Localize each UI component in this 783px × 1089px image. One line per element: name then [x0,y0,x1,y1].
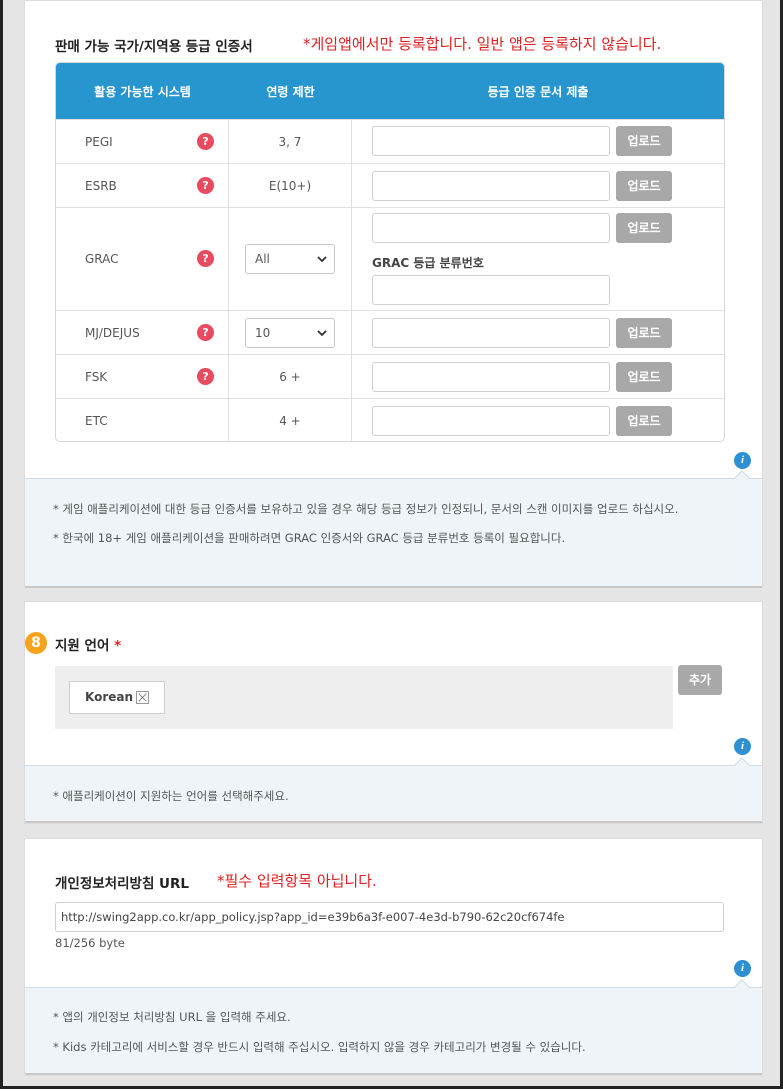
privacy-info-panel: * 앱의 개인정보 처리방침 URL 을 입력해 주세요. * Kids 카테고… [25,979,762,1075]
languages-body: 8 지원 언어 * Korean 추가 i [25,602,762,765]
languages-info-panel: * 애플리케이션이 지원하는 언어를 선택해주세요. [25,757,762,823]
info-icon[interactable]: i [734,452,751,469]
help-icon[interactable]: ? [197,133,214,150]
info-text: * 애플리케이션이 지원하는 언어를 선택해주세요. [53,789,289,803]
rating-info-panel: * 게임 애플리케이션에 대한 등급 인증서를 보유하고 있을 경우 해당 등급… [25,470,762,588]
table-row-fsk: FSK ? 6 + 업로드 [56,354,724,398]
language-chip-label: Korean [85,690,134,704]
age-select[interactable]: All [245,244,335,274]
language-list: Korean [55,666,673,729]
upload-button[interactable]: 업로드 [616,406,672,436]
header-age: 연령 제한 [266,84,315,99]
panel-notch [734,979,750,988]
chevron-down-icon [317,330,327,337]
table-row-etc: ETC 4 + 업로드 [56,398,724,441]
rating-certificates-body: 판매 가능 국가/지역용 등급 인증서 *게임앱에서만 등록합니다. 일반 앱은… [25,1,762,478]
age-select-value: 10 [255,326,271,340]
system-name: ESRB [85,179,117,193]
upload-button[interactable]: 업로드 [616,318,672,348]
rating-table: 활용 가능한 시스템 연령 제한 등급 인증 문서 제출 PEGI ? 3, 7… [55,62,725,442]
rating-certificates-title: 판매 가능 국가/지역용 등급 인증서 [55,39,253,55]
upload-button[interactable]: 업로드 [616,171,672,201]
info-text: * 게임 애플리케이션에 대한 등급 인증서를 보유하고 있을 경우 해당 등급… [53,502,679,516]
table-header: 활용 가능한 시스템 연령 제한 등급 인증 문서 제출 [56,63,724,119]
grac-classification-label: GRAC 등급 분류번호 [372,256,484,270]
rating-certificates-card: 판매 가능 국가/지역용 등급 인증서 *게임앱에서만 등록합니다. 일반 앱은… [24,0,763,588]
table-row-pegi: PEGI ? 3, 7 업로드 [56,119,724,163]
chevron-down-icon [317,256,327,263]
info-icon[interactable]: i [734,960,751,977]
age-rating: 6 + [279,370,301,384]
privacy-url-input[interactable]: http://swing2app.co.kr/app_policy.jsp?ap… [55,902,724,932]
info-text: * Kids 카테고리에 서비스할 경우 반드시 입력해 주십시오. 입력하지 … [53,1040,586,1054]
add-language-button[interactable]: 추가 [678,665,722,695]
upload-button[interactable]: 업로드 [616,362,672,392]
upload-button[interactable]: 업로드 [616,126,672,156]
languages-card: 8 지원 언어 * Korean 추가 i * 애플리케이션이 지원하는 언어를… [24,601,763,824]
languages-title: 지원 언어 * [55,634,121,654]
system-name: GRAC [85,252,119,266]
system-name: PEGI [85,135,113,149]
help-icon[interactable]: ? [197,177,214,194]
info-icon[interactable]: i [734,738,751,755]
age-select[interactable]: 10 [245,318,335,348]
age-select-value: All [255,252,270,266]
language-chip: Korean [69,681,165,714]
privacy-policy-card: 개인정보처리방침 URL *필수 입력항목 아닙니다. http://swing… [24,838,763,1076]
privacy-policy-title: 개인정보처리방침 URL [55,876,190,892]
document-file-input[interactable] [372,318,610,348]
document-file-input[interactable] [372,213,610,243]
upload-button[interactable]: 업로드 [616,213,672,243]
privacy-policy-body: 개인정보처리방침 URL *필수 입력항목 아닙니다. http://swing… [25,839,762,987]
required-mark: * [114,638,122,654]
document-file-input[interactable] [372,362,610,392]
table-row-mj-dejus: MJ/DEJUS ? 10 업로드 [56,310,724,354]
header-document: 등급 인증 문서 제출 [487,84,589,99]
help-icon[interactable]: ? [197,368,214,385]
system-name: MJ/DEJUS [85,326,140,340]
header-system: 활용 가능한 시스템 [94,84,191,99]
remove-icon[interactable] [136,691,149,704]
document-file-input[interactable] [372,126,610,156]
age-rating: 3, 7 [278,135,302,149]
age-rating: 4 + [279,414,301,428]
step-badge: 8 [25,632,47,654]
age-rating: E(10+) [268,179,312,193]
optional-field-note: *필수 입력항목 아닙니다. [217,872,377,890]
byte-counter: 81/256 byte [55,936,125,950]
panel-notch [734,757,750,766]
table-row-esrb: ESRB ? E(10+) 업로드 [56,163,724,207]
panel-notch [734,470,750,479]
grac-classification-input[interactable] [372,275,610,305]
help-icon[interactable]: ? [197,324,214,341]
system-name: FSK [85,370,108,384]
help-icon[interactable]: ? [197,250,214,267]
game-only-note: *게임앱에서만 등록합니다. 일반 앱은 등록하지 않습니다. [303,35,662,53]
system-name: ETC [85,414,108,428]
info-text: * 한국에 18+ 게임 애플리케이션을 판매하려면 GRAC 인증서와 GRA… [53,531,566,545]
info-text: * 앱의 개인정보 처리방침 URL 을 입력해 주세요. [53,1010,291,1024]
languages-title-text: 지원 언어 [55,638,110,654]
document-file-input[interactable] [372,171,610,201]
document-file-input[interactable] [372,406,610,436]
table-row-grac: GRAC ? All 업로드 GRAC 등급 분류번호 [56,207,724,310]
